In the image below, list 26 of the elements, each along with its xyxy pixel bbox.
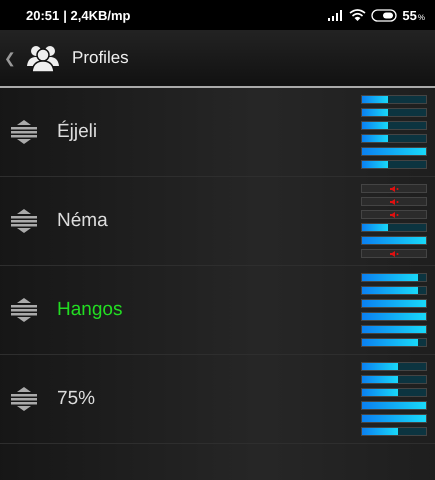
people-icon (26, 44, 60, 72)
reorder-handle-icon[interactable] (11, 209, 37, 233)
profile-name: Hangos (57, 299, 124, 321)
clock: 20:51 (26, 8, 60, 22)
profile-row[interactable]: Éjjeli (0, 88, 435, 176)
battery-icon (371, 8, 398, 22)
muted-speaker-icon (390, 198, 398, 204)
screen-title: Profiles (72, 48, 129, 68)
profile-name: Néma (57, 210, 109, 232)
wifi-icon (349, 8, 366, 22)
profile-row[interactable]: 75% (0, 355, 435, 443)
profile-name: Éjjeli (57, 121, 98, 143)
back-button[interactable]: ❮ (2, 50, 18, 66)
signal-icon (328, 10, 344, 20)
battery-percent: 55 (402, 8, 417, 22)
profile-row[interactable]: Néma (0, 177, 435, 265)
muted-speaker-icon (390, 250, 398, 256)
reorder-handle-icon[interactable] (11, 120, 37, 144)
profile-row[interactable]: Hangos (0, 266, 435, 354)
reorder-handle-icon[interactable] (11, 298, 37, 322)
profile-name: 75% (57, 388, 96, 410)
reorder-handle-icon[interactable] (11, 387, 37, 411)
percent-sign: % (418, 12, 425, 22)
muted-speaker-icon (390, 186, 398, 192)
muted-speaker-icon (390, 212, 398, 218)
network-speed: | 2,4KB/mp (63, 8, 130, 22)
